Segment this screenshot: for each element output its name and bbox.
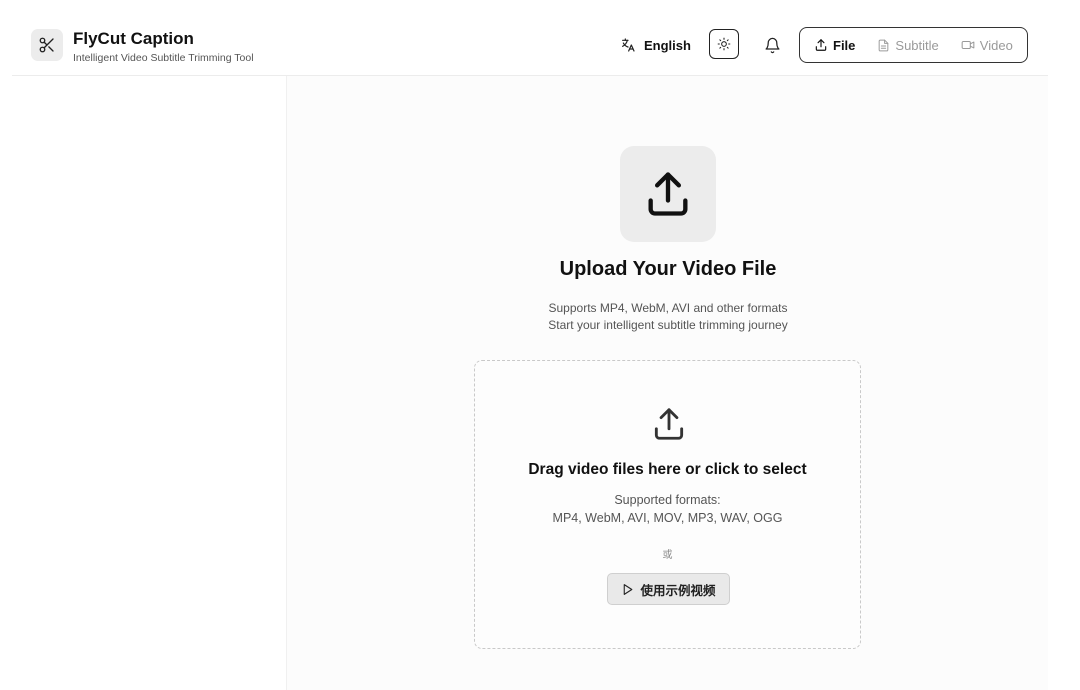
supported-formats-label: Supported formats:: [614, 493, 721, 507]
sidebar-panel: [12, 76, 287, 690]
tab-file-label: File: [833, 37, 856, 53]
theme-toggle-button[interactable]: [709, 29, 739, 59]
tab-subtitle[interactable]: Subtitle: [877, 37, 939, 53]
tab-file[interactable]: File: [814, 38, 855, 53]
workflow-step-tabs: File Subtitle Video: [799, 27, 1028, 63]
language-label: English: [644, 37, 691, 53]
tab-video-label: Video: [979, 37, 1013, 53]
app-logo[interactable]: [31, 29, 63, 61]
supported-formats: Supported formats: MP4, WebM, AVI, MOV, …: [475, 491, 860, 527]
language-selector[interactable]: English: [620, 33, 691, 57]
document-icon: [877, 39, 890, 52]
bell-icon: [764, 37, 781, 54]
scissors-icon: [38, 36, 56, 54]
sun-icon: [717, 37, 731, 51]
upload-description: Supports MP4, WebM, AVI and other format…: [400, 300, 936, 334]
app-subtitle: Intelligent Video Subtitle Trimming Tool: [73, 52, 254, 64]
app-title: FlyCut Caption: [73, 29, 194, 48]
upload-icon: [650, 405, 688, 443]
upload-icon: [642, 168, 694, 220]
page-title: Upload Your Video File: [559, 258, 777, 280]
upload-description-line1: Supports MP4, WebM, AVI and other format…: [548, 301, 788, 315]
file-dropzone[interactable]: Drag video files here or click to select…: [474, 360, 861, 649]
supported-formats-list: MP4, WebM, AVI, MOV, MP3, WAV, OGG: [552, 511, 783, 525]
tab-video[interactable]: Video: [961, 38, 1013, 53]
app-header: FlyCut Caption Intelligent Video Subtitl…: [12, 0, 1048, 76]
dropzone-title: Drag video files here or click to select: [528, 461, 807, 478]
notifications-button[interactable]: [758, 31, 786, 59]
upload-hero-tile: [620, 146, 716, 242]
translate-icon: [620, 37, 636, 53]
tab-subtitle-label: Subtitle: [895, 37, 939, 53]
upload-description-line2: Start your intelligent subtitle trimming…: [548, 318, 788, 332]
or-divider-text: 或: [662, 550, 673, 561]
upload-icon: [814, 38, 828, 52]
use-sample-video-button[interactable]: 使用示例视频: [607, 573, 730, 605]
video-camera-icon: [961, 38, 975, 52]
use-sample-video-label: 使用示例视频: [640, 583, 716, 598]
play-icon: [621, 583, 634, 596]
